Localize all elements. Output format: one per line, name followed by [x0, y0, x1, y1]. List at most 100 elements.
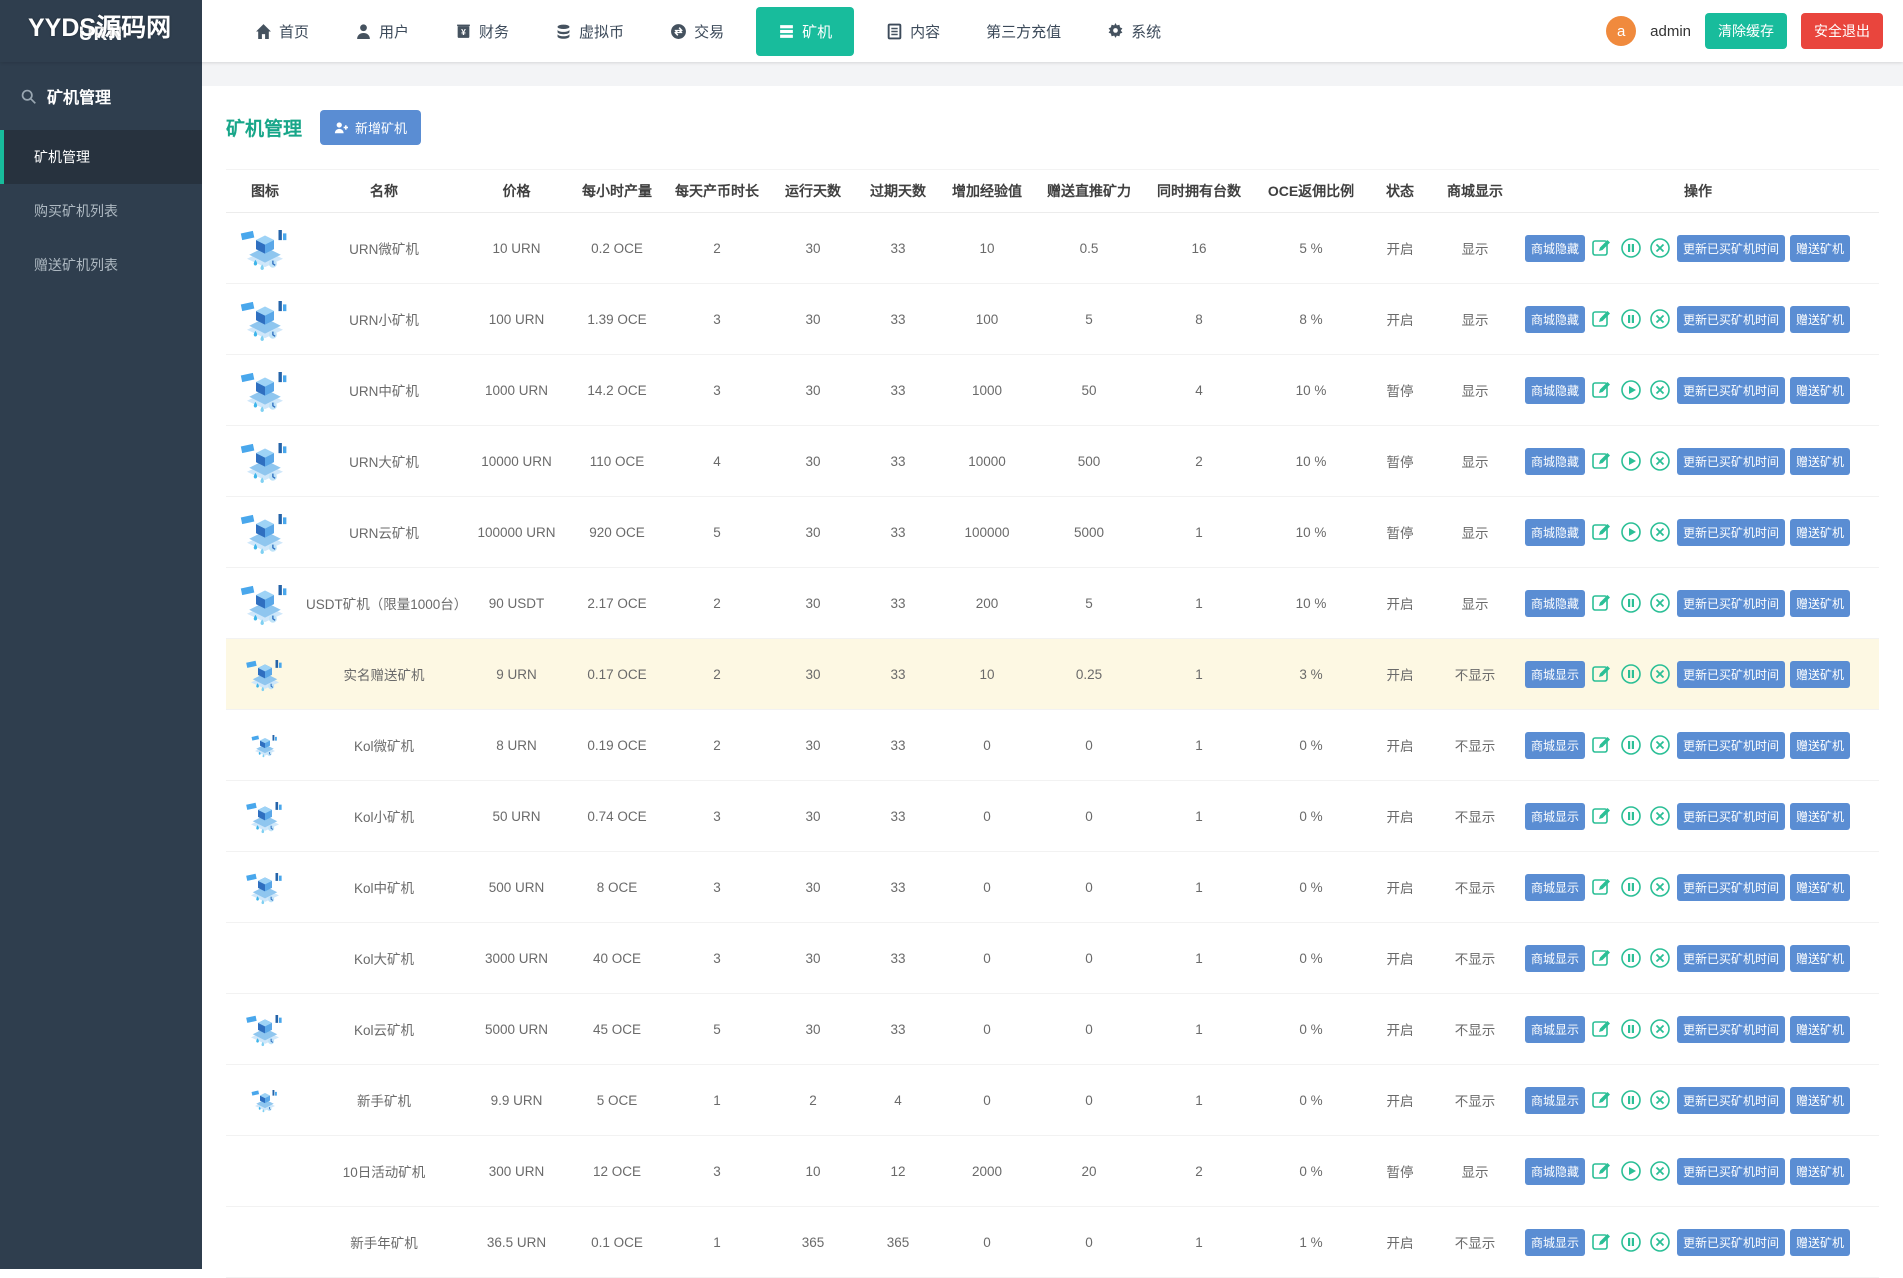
gift-miner-button[interactable]: 赠送矿机 — [1790, 590, 1850, 617]
gift-miner-button[interactable]: 赠送矿机 — [1790, 874, 1850, 901]
gift-miner-button[interactable]: 赠送矿机 — [1790, 1229, 1850, 1256]
shop-show-button[interactable]: 商城显示 — [1525, 945, 1585, 972]
close-icon[interactable] — [1648, 1230, 1672, 1254]
close-icon[interactable] — [1648, 946, 1672, 970]
pause-icon[interactable] — [1619, 875, 1643, 899]
update-bought-time-button[interactable]: 更新已买矿机时间 — [1677, 235, 1785, 262]
nav-item-第三方充值[interactable]: 第三方充值 — [972, 11, 1075, 52]
pause-icon[interactable] — [1619, 946, 1643, 970]
gift-miner-button[interactable]: 赠送矿机 — [1790, 519, 1850, 546]
shop-show-button[interactable]: 商城显示 — [1525, 1016, 1585, 1043]
shop-show-button[interactable]: 商城显示 — [1525, 1229, 1585, 1256]
username-label[interactable]: admin — [1650, 23, 1691, 40]
close-icon[interactable] — [1648, 875, 1672, 899]
edit-icon[interactable] — [1590, 1088, 1614, 1112]
gift-miner-button[interactable]: 赠送矿机 — [1790, 306, 1850, 333]
shop-show-button[interactable]: 商城显示 — [1525, 874, 1585, 901]
nav-item-财务[interactable]: ¥财务 — [441, 11, 523, 52]
edit-icon[interactable] — [1590, 236, 1614, 260]
avatar[interactable]: a — [1606, 16, 1636, 46]
edit-icon[interactable] — [1590, 662, 1614, 686]
shop-hide-button[interactable]: 商城隐藏 — [1525, 590, 1585, 617]
clear-cache-button[interactable]: 清除缓存 — [1705, 13, 1787, 49]
sidebar-item-矿机管理[interactable]: 矿机管理 — [0, 130, 202, 184]
edit-icon[interactable] — [1590, 1230, 1614, 1254]
update-bought-time-button[interactable]: 更新已买矿机时间 — [1677, 732, 1785, 759]
edit-icon[interactable] — [1590, 804, 1614, 828]
update-bought-time-button[interactable]: 更新已买矿机时间 — [1677, 519, 1785, 546]
update-bought-time-button[interactable]: 更新已买矿机时间 — [1677, 1087, 1785, 1114]
update-bought-time-button[interactable]: 更新已买矿机时间 — [1677, 874, 1785, 901]
close-icon[interactable] — [1648, 1088, 1672, 1112]
shop-hide-button[interactable]: 商城隐藏 — [1525, 519, 1585, 546]
shop-show-button[interactable]: 商城显示 — [1525, 1087, 1585, 1114]
close-icon[interactable] — [1648, 449, 1672, 473]
shop-hide-button[interactable]: 商城隐藏 — [1525, 235, 1585, 262]
gift-miner-button[interactable]: 赠送矿机 — [1790, 732, 1850, 759]
pause-icon[interactable] — [1619, 733, 1643, 757]
pause-icon[interactable] — [1619, 1017, 1643, 1041]
shop-hide-button[interactable]: 商城隐藏 — [1525, 1158, 1585, 1185]
shop-hide-button[interactable]: 商城隐藏 — [1525, 306, 1585, 333]
edit-icon[interactable] — [1590, 378, 1614, 402]
nav-item-矿机[interactable]: 矿机 — [756, 7, 854, 56]
shop-hide-button[interactable]: 商城隐藏 — [1525, 377, 1585, 404]
close-icon[interactable] — [1648, 236, 1672, 260]
close-icon[interactable] — [1648, 520, 1672, 544]
shop-show-button[interactable]: 商城显示 — [1525, 732, 1585, 759]
sidebar-item-购买矿机列表[interactable]: 购买矿机列表 — [0, 184, 202, 238]
close-icon[interactable] — [1648, 804, 1672, 828]
update-bought-time-button[interactable]: 更新已买矿机时间 — [1677, 945, 1785, 972]
update-bought-time-button[interactable]: 更新已买矿机时间 — [1677, 448, 1785, 475]
gift-miner-button[interactable]: 赠送矿机 — [1790, 1158, 1850, 1185]
update-bought-time-button[interactable]: 更新已买矿机时间 — [1677, 803, 1785, 830]
play-icon[interactable] — [1619, 378, 1643, 402]
gift-miner-button[interactable]: 赠送矿机 — [1790, 235, 1850, 262]
edit-icon[interactable] — [1590, 875, 1614, 899]
close-icon[interactable] — [1648, 733, 1672, 757]
nav-item-系统[interactable]: 系统 — [1093, 11, 1175, 52]
shop-show-button[interactable]: 商城显示 — [1525, 803, 1585, 830]
play-icon[interactable] — [1619, 520, 1643, 544]
update-bought-time-button[interactable]: 更新已买矿机时间 — [1677, 1016, 1785, 1043]
edit-icon[interactable] — [1590, 733, 1614, 757]
nav-item-用户[interactable]: 用户 — [341, 11, 423, 52]
pause-icon[interactable] — [1619, 1230, 1643, 1254]
gift-miner-button[interactable]: 赠送矿机 — [1790, 803, 1850, 830]
gift-miner-button[interactable]: 赠送矿机 — [1790, 945, 1850, 972]
logout-button[interactable]: 安全退出 — [1801, 13, 1883, 49]
close-icon[interactable] — [1648, 662, 1672, 686]
update-bought-time-button[interactable]: 更新已买矿机时间 — [1677, 377, 1785, 404]
nav-item-首页[interactable]: 首页 — [241, 11, 323, 52]
pause-icon[interactable] — [1619, 307, 1643, 331]
nav-item-交易[interactable]: 交易 — [656, 11, 738, 52]
pause-icon[interactable] — [1619, 1088, 1643, 1112]
edit-icon[interactable] — [1590, 591, 1614, 615]
pause-icon[interactable] — [1619, 591, 1643, 615]
update-bought-time-button[interactable]: 更新已买矿机时间 — [1677, 306, 1785, 333]
play-icon[interactable] — [1619, 449, 1643, 473]
pause-icon[interactable] — [1619, 236, 1643, 260]
close-icon[interactable] — [1648, 1017, 1672, 1041]
gift-miner-button[interactable]: 赠送矿机 — [1790, 377, 1850, 404]
play-icon[interactable] — [1619, 1159, 1643, 1183]
nav-item-虚拟币[interactable]: 虚拟币 — [541, 11, 638, 52]
close-icon[interactable] — [1648, 378, 1672, 402]
update-bought-time-button[interactable]: 更新已买矿机时间 — [1677, 590, 1785, 617]
edit-icon[interactable] — [1590, 307, 1614, 331]
pause-icon[interactable] — [1619, 662, 1643, 686]
gift-miner-button[interactable]: 赠送矿机 — [1790, 661, 1850, 688]
close-icon[interactable] — [1648, 591, 1672, 615]
nav-item-内容[interactable]: 内容 — [872, 11, 954, 52]
shop-hide-button[interactable]: 商城隐藏 — [1525, 448, 1585, 475]
update-bought-time-button[interactable]: 更新已买矿机时间 — [1677, 1158, 1785, 1185]
edit-icon[interactable] — [1590, 1159, 1614, 1183]
gift-miner-button[interactable]: 赠送矿机 — [1790, 448, 1850, 475]
close-icon[interactable] — [1648, 1159, 1672, 1183]
edit-icon[interactable] — [1590, 1017, 1614, 1041]
gift-miner-button[interactable]: 赠送矿机 — [1790, 1016, 1850, 1043]
close-icon[interactable] — [1648, 307, 1672, 331]
gift-miner-button[interactable]: 赠送矿机 — [1790, 1087, 1850, 1114]
sidebar-item-赠送矿机列表[interactable]: 赠送矿机列表 — [0, 238, 202, 292]
edit-icon[interactable] — [1590, 449, 1614, 473]
